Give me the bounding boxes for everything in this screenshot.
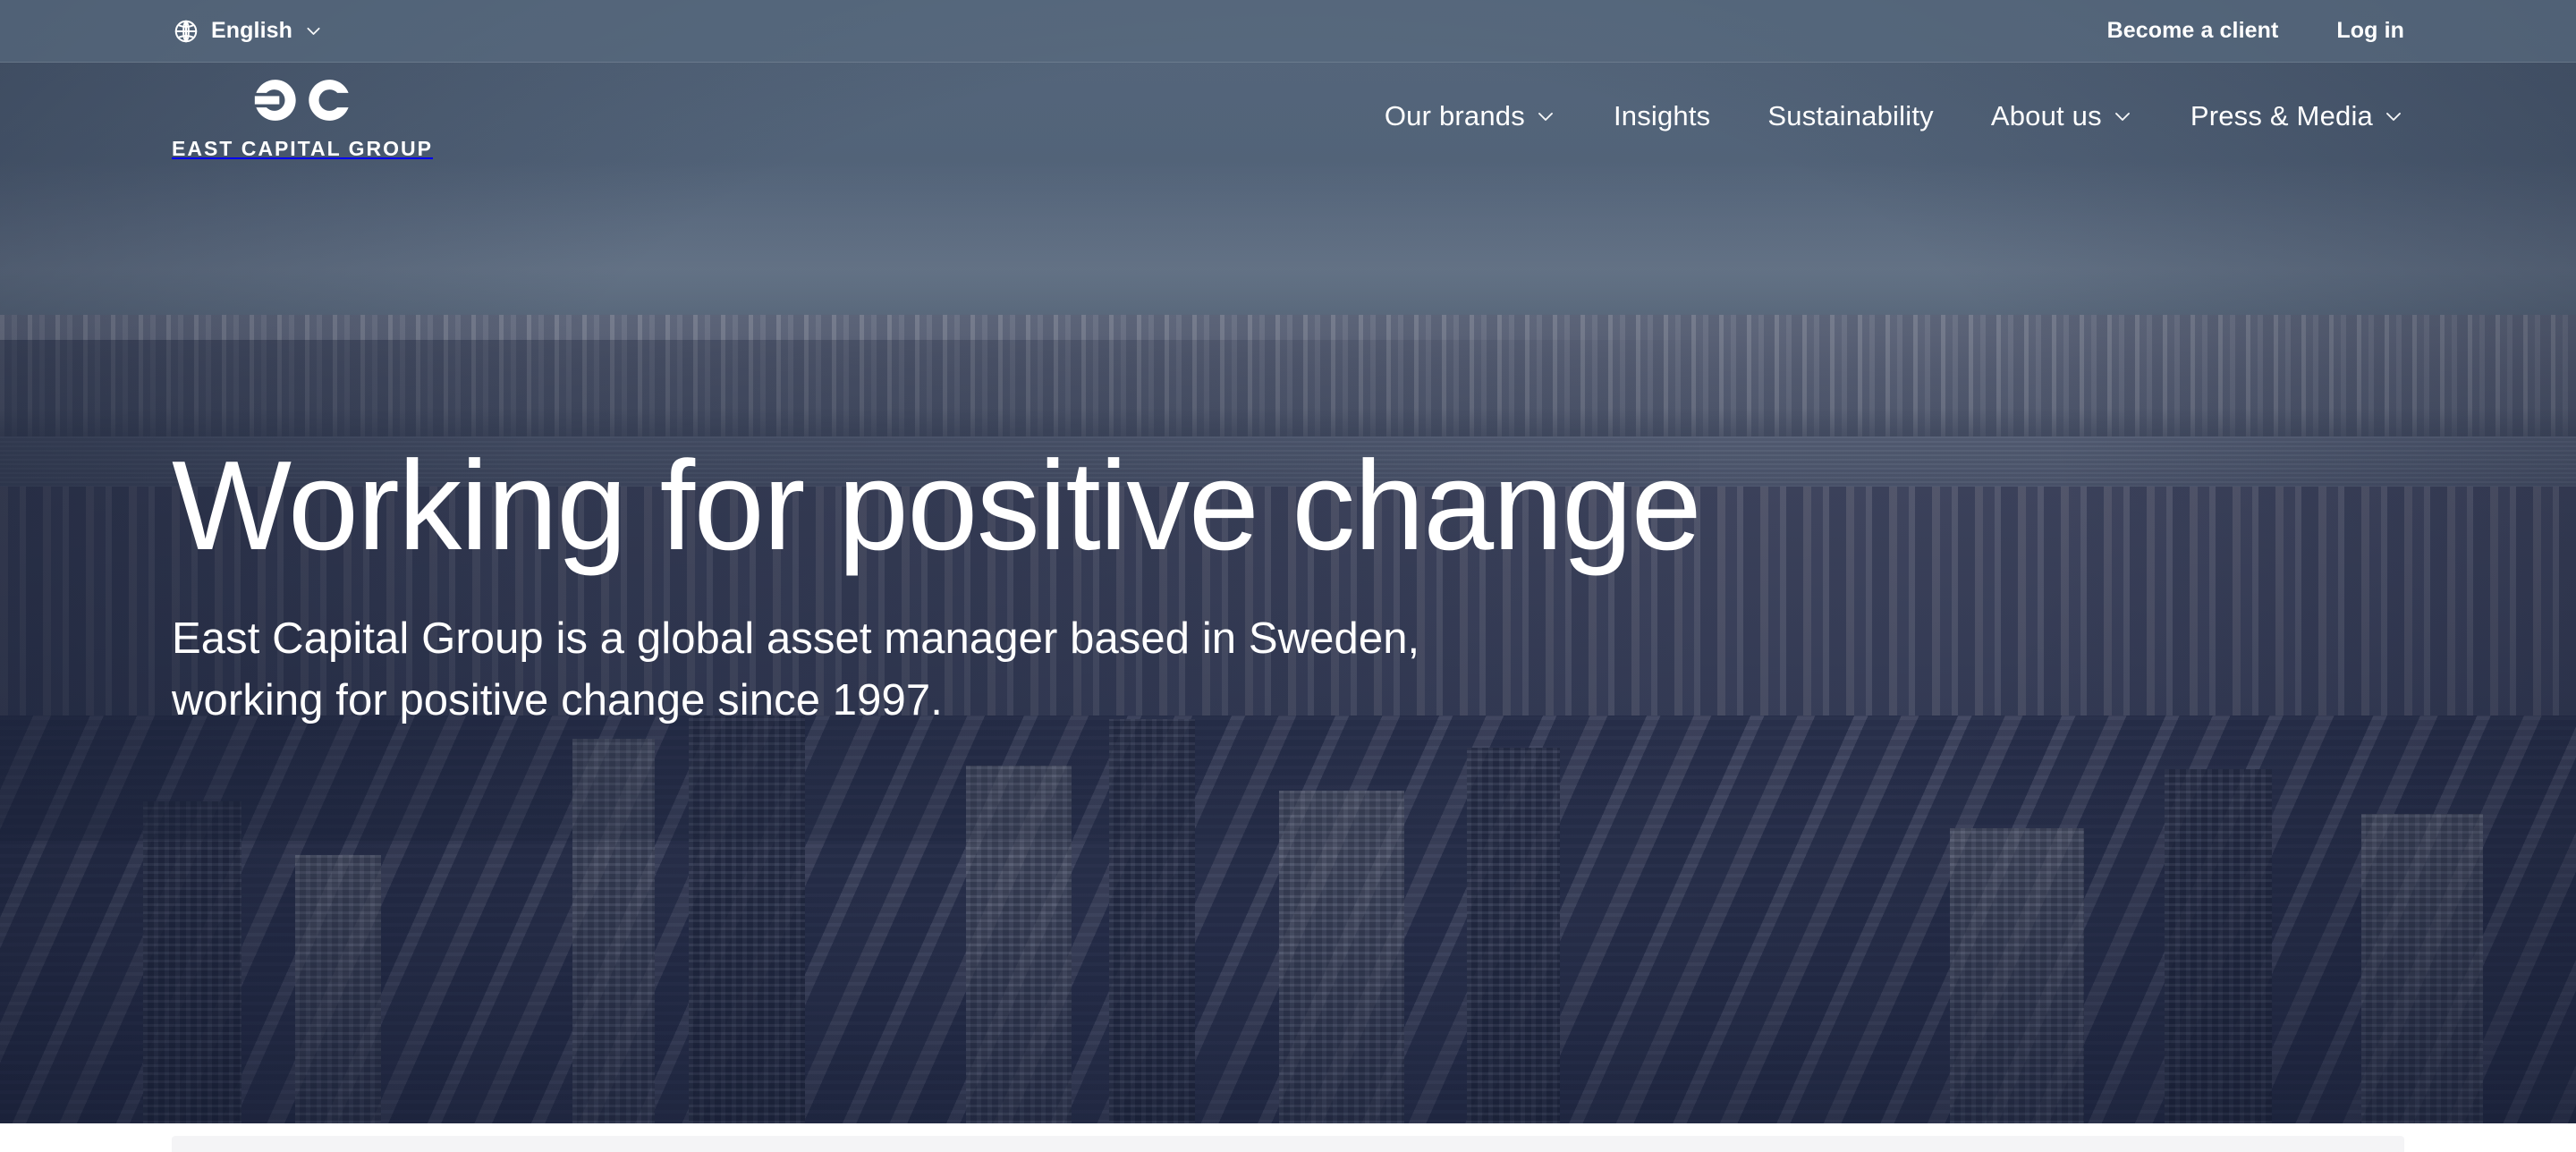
nav-label: Sustainability	[1767, 100, 1934, 131]
nav-item-insights[interactable]: Insights	[1585, 100, 1739, 132]
globe-icon	[173, 18, 199, 45]
page-root: English Become a client Log in EAST CAPI…	[0, 0, 2576, 1152]
hero-content: Working for positive change East Capital…	[172, 440, 2050, 733]
nav-item-our-brands[interactable]: Our brands	[1356, 100, 1585, 132]
main-navigation: Our brands Insights Sustainability About…	[1356, 100, 2404, 132]
hero-title: Working for positive change	[172, 435, 1702, 577]
site-header: EAST CAPITAL GROUP Our brands Insights S…	[0, 63, 2576, 170]
chevron-down-icon	[2383, 106, 2404, 127]
nav-label: Insights	[1613, 100, 1711, 131]
hero-subtitle: East Capital Group is a global asset man…	[172, 614, 1420, 725]
nav-item-about-us[interactable]: About us	[1962, 100, 2162, 132]
top-utility-bar: English Become a client Log in	[0, 0, 2576, 63]
become-a-client-link[interactable]: Become a client	[2107, 18, 2279, 44]
topbar-links: Become a client Log in	[2107, 18, 2404, 44]
chevron-down-icon	[1535, 106, 1556, 127]
log-in-link[interactable]: Log in	[2336, 18, 2404, 44]
nav-label: Press & Media	[2190, 100, 2373, 131]
nav-item-sustainability[interactable]: Sustainability	[1739, 100, 1962, 132]
chevron-down-icon	[2112, 106, 2133, 127]
ec-monogram-icon	[172, 72, 433, 128]
logo-home-link[interactable]: EAST CAPITAL GROUP	[172, 72, 433, 161]
language-selector[interactable]: English	[173, 18, 323, 45]
nav-label: Our brands	[1384, 100, 1525, 131]
next-section-card	[172, 1136, 2404, 1152]
nav-label: About us	[1990, 100, 2102, 131]
language-label: English	[211, 18, 292, 43]
next-section	[0, 1123, 2576, 1152]
logo-wordmark: EAST CAPITAL GROUP	[172, 136, 433, 160]
nav-item-press-and-media[interactable]: Press & Media	[2162, 100, 2404, 132]
chevron-down-icon	[304, 21, 323, 40]
